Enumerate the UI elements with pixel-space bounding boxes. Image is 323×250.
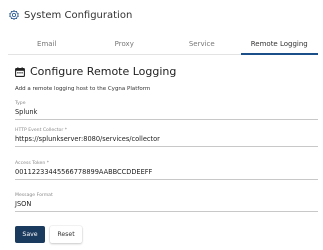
section-header: Configure Remote Logging xyxy=(15,65,176,78)
save-button[interactable]: Save xyxy=(15,226,45,243)
type-select[interactable]: Splunk xyxy=(15,108,318,120)
type-field[interactable]: Type Splunk xyxy=(15,101,318,120)
token-label: Access Token * xyxy=(15,161,50,166)
collector-input[interactable]: https://splunkserver:8080/services/colle… xyxy=(15,135,318,147)
format-select[interactable]: JSON xyxy=(15,200,318,212)
tab-bar: Email Proxy Service Remote Logging xyxy=(8,35,318,55)
calendar-icon xyxy=(15,66,25,77)
page-title: System Configuration xyxy=(24,9,133,21)
collector-label: HTTP Event Collector * xyxy=(15,128,68,133)
token-input[interactable]: 0011223344556677889​9AABBCCDDEEFF xyxy=(15,168,318,180)
tab-proxy[interactable]: Proxy xyxy=(86,35,164,54)
tab-email[interactable]: Email xyxy=(8,35,86,54)
tab-service[interactable]: Service xyxy=(163,35,241,54)
section-description: Add a remote logging host to the Cygna P… xyxy=(15,86,151,92)
tab-remote-logging[interactable]: Remote Logging xyxy=(240,35,319,55)
gear-icon xyxy=(8,9,20,21)
app-header: System Configuration xyxy=(8,6,132,24)
format-label: Message Format xyxy=(15,193,53,198)
section-title: Configure Remote Logging xyxy=(30,65,177,78)
type-label: Type xyxy=(15,101,26,106)
collector-field[interactable]: HTTP Event Collector * https://splunkser… xyxy=(15,128,318,147)
format-field[interactable]: Message Format JSON xyxy=(15,193,318,212)
reset-button[interactable]: Reset xyxy=(50,226,82,243)
token-field[interactable]: Access Token * 0011223344556677889​9AABB… xyxy=(15,161,318,180)
